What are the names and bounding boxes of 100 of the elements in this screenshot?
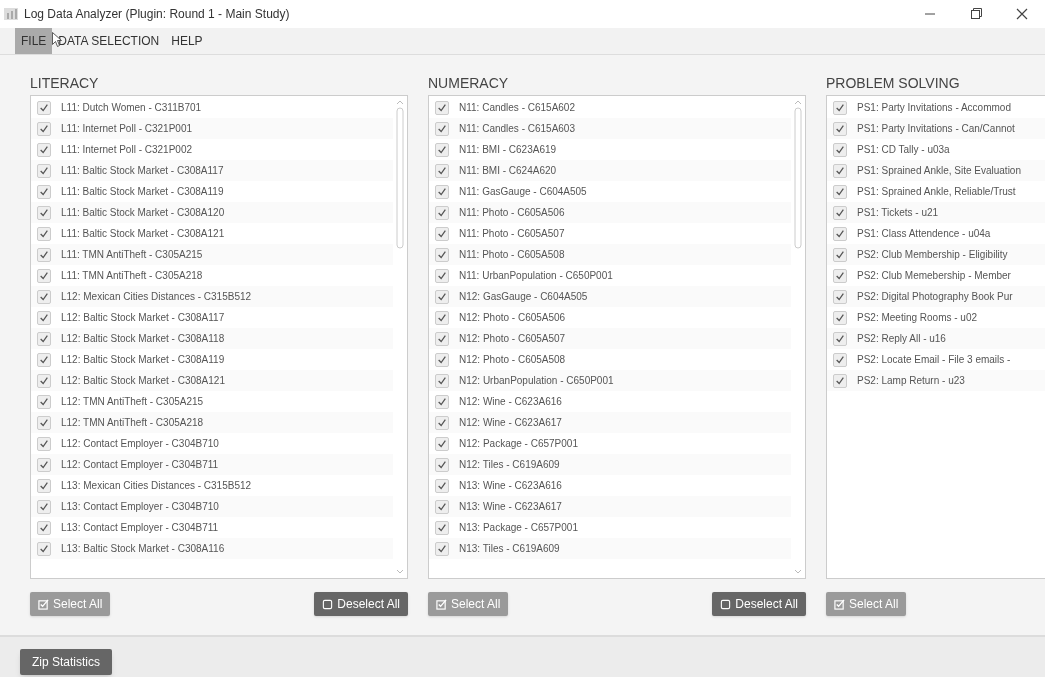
item-label: L11: Baltic Stock Market - C308A117 bbox=[61, 164, 224, 178]
checkbox[interactable] bbox=[435, 205, 449, 220]
item-label: L13: Mexican Cities Distances - C315B512 bbox=[61, 479, 252, 493]
checkbox[interactable] bbox=[435, 352, 449, 367]
item-label: L11: Internet Poll - C321P001 bbox=[61, 122, 192, 136]
checkbox[interactable] bbox=[37, 478, 51, 493]
menu-item[interactable]: FILE bbox=[15, 28, 53, 54]
checkbox[interactable] bbox=[37, 499, 51, 514]
checkbox[interactable] bbox=[37, 121, 51, 136]
item-label: N12: Photo - C605A506 bbox=[459, 311, 566, 325]
item-label: L11: Baltic Stock Market - C308A121 bbox=[61, 227, 225, 241]
checkbox[interactable] bbox=[37, 415, 51, 430]
checkbox[interactable] bbox=[435, 436, 449, 451]
checkbox[interactable] bbox=[37, 373, 51, 388]
item-label: L12: Baltic Stock Market - C308A117 bbox=[61, 311, 225, 325]
item-label: PS1: Sprained Ankle, Site Evaluation bbox=[857, 164, 1021, 178]
checkbox[interactable] bbox=[833, 310, 847, 325]
checkbox[interactable] bbox=[435, 331, 449, 346]
deselect-all-button[interactable]: Deselect All bbox=[314, 592, 408, 616]
menu-item[interactable]: HELP bbox=[165, 28, 209, 54]
checkbox[interactable] bbox=[833, 289, 847, 304]
item-label: N11: BMI - C623A619 bbox=[459, 143, 557, 157]
item-label: PS1: CD Tally - u03a bbox=[857, 143, 950, 157]
checkbox[interactable] bbox=[37, 331, 51, 346]
checkbox[interactable] bbox=[833, 247, 847, 262]
checkbox[interactable] bbox=[833, 268, 847, 283]
checkbox[interactable] bbox=[833, 100, 847, 115]
item-label: L13: Contact Employer - C304B710 bbox=[61, 500, 219, 514]
checkbox[interactable] bbox=[37, 457, 51, 472]
checkbox[interactable] bbox=[37, 310, 51, 325]
item-label: N11: Photo - C605A507 bbox=[459, 227, 565, 241]
checkbox[interactable] bbox=[833, 184, 847, 199]
checkbox[interactable] bbox=[833, 352, 847, 367]
checkbox[interactable] bbox=[37, 268, 51, 283]
item-label: L11: TMN AntiTheft - C305A215 bbox=[61, 248, 203, 262]
item-label: N13: Tiles - C619A609 bbox=[459, 542, 560, 556]
item-label: PS2: Club Memebership - Member bbox=[857, 269, 1011, 283]
empty-box-icon bbox=[720, 598, 732, 610]
item-label: PS1: Sprained Ankle, Reliable/Trust bbox=[857, 185, 1016, 199]
item-label: PS2: Digital Photography Book Pur bbox=[857, 290, 1013, 304]
checkbox[interactable] bbox=[833, 226, 847, 241]
item-label: N12: Package - C657P001 bbox=[459, 437, 578, 451]
checkbox[interactable] bbox=[37, 289, 51, 304]
item-label: PS1: Class Attendence - u04a bbox=[857, 227, 991, 241]
checkbox[interactable] bbox=[37, 205, 51, 220]
checkbox[interactable] bbox=[435, 394, 449, 409]
checkbox[interactable] bbox=[435, 121, 449, 136]
checkbox[interactable] bbox=[435, 499, 449, 514]
checkbox[interactable] bbox=[37, 247, 51, 262]
checkbox[interactable] bbox=[833, 121, 847, 136]
item-label: N12: GasGauge - C604A505 bbox=[459, 290, 588, 304]
checkbox[interactable] bbox=[435, 415, 449, 430]
checkbox[interactable] bbox=[833, 373, 847, 388]
zip-statistics-button[interactable]: Zip Statistics bbox=[20, 649, 112, 675]
app-icon bbox=[4, 8, 18, 20]
deselect-all-button[interactable]: Deselect All bbox=[712, 592, 806, 616]
checkbox[interactable] bbox=[435, 247, 449, 262]
checkbox[interactable] bbox=[37, 100, 51, 115]
checkbox[interactable] bbox=[435, 142, 449, 157]
item-label: PS2: Locate Email - File 3 emails - bbox=[857, 353, 1011, 367]
item-label: L13: Baltic Stock Market - C308A116 bbox=[61, 542, 225, 556]
item-label: PS2: Meeting Rooms - u02 bbox=[857, 311, 978, 325]
item-label: N12: Wine - C623A616 bbox=[459, 395, 562, 409]
item-label: PS1: Party Invitations - Accommod bbox=[857, 101, 1011, 115]
checkbox[interactable] bbox=[833, 205, 847, 220]
checkbox[interactable] bbox=[435, 541, 449, 556]
checkbox[interactable] bbox=[37, 163, 51, 178]
checkbox[interactable] bbox=[37, 394, 51, 409]
checkbox[interactable] bbox=[435, 100, 449, 115]
checkbox[interactable] bbox=[435, 478, 449, 493]
checkbox[interactable] bbox=[435, 226, 449, 241]
checkbox[interactable] bbox=[435, 289, 449, 304]
checkbox[interactable] bbox=[435, 373, 449, 388]
checkbox[interactable] bbox=[833, 331, 847, 346]
checkbox[interactable] bbox=[37, 142, 51, 157]
item-label: PS1: Party Invitations - Can/Cannot bbox=[857, 122, 1015, 136]
item-label: L12: Mexican Cities Distances - C315B512 bbox=[61, 290, 252, 304]
item-label: L12: Baltic Stock Market - C308A118 bbox=[61, 332, 225, 346]
checkbox[interactable] bbox=[37, 184, 51, 199]
checkbox[interactable] bbox=[37, 436, 51, 451]
item-label: N11: Photo - C605A506 bbox=[459, 206, 565, 220]
item-label: L11: Dutch Women - C311B701 bbox=[61, 101, 202, 115]
checkbox[interactable] bbox=[435, 520, 449, 535]
section-heading: NUMERACY bbox=[428, 74, 510, 93]
checkbox[interactable] bbox=[833, 142, 847, 157]
checkbox[interactable] bbox=[435, 457, 449, 472]
item-label: L13: Contact Employer - C304B711 bbox=[61, 521, 219, 535]
checkbox[interactable] bbox=[37, 520, 51, 535]
checkbox[interactable] bbox=[833, 163, 847, 178]
checkbox[interactable] bbox=[37, 352, 51, 367]
checkbox[interactable] bbox=[435, 268, 449, 283]
checkbox[interactable] bbox=[435, 310, 449, 325]
item-label: PS1: Tickets - u21 bbox=[857, 206, 939, 220]
checkbox[interactable] bbox=[37, 541, 51, 556]
item-label: N11: Candles - C615A603 bbox=[459, 122, 575, 136]
checkbox[interactable] bbox=[435, 163, 449, 178]
item-label: PS2: Lamp Return - u23 bbox=[857, 374, 965, 388]
checkbox[interactable] bbox=[435, 184, 449, 199]
window-title: Log Data Analyzer (Plugin: Round 1 - Main Study) bbox=[24, 6, 290, 23]
checkbox[interactable] bbox=[37, 226, 51, 241]
